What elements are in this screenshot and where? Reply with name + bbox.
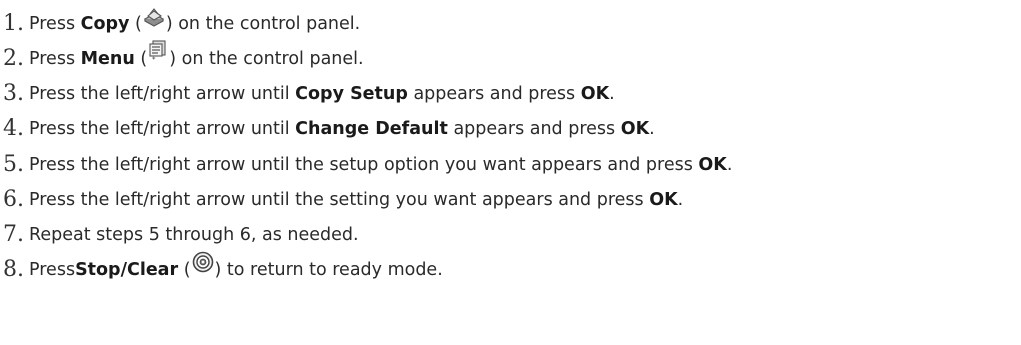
step-number: 8.	[3, 257, 24, 282]
copy-button-label: Copy	[80, 14, 130, 34]
step-number: 1.	[3, 11, 24, 36]
ok-label: OK	[580, 84, 610, 104]
step-text: Repeat steps 5 through 6, as needed.	[29, 225, 359, 245]
step-2: 2. Press Menu ( * ) on the control panel.	[0, 40, 364, 76]
step-text: Press Menu ( * ) on the control panel.	[29, 40, 364, 76]
step-text: Press the left/right arrow until the set…	[29, 155, 733, 175]
copy-icon	[143, 5, 165, 39]
svg-text:*: *	[152, 56, 156, 63]
step-number: 4.	[3, 116, 24, 141]
step-text: PressStop/Clear ( ) to return to ready m…	[29, 251, 443, 287]
step-text: Press the left/right arrow until the set…	[29, 190, 684, 210]
step-6: 6. Press the left/right arrow until the s…	[0, 183, 683, 217]
step-number: 2.	[3, 46, 24, 71]
step-text: Press the left/right arrow until Change …	[29, 119, 655, 139]
copy-setup-label: Copy Setup	[295, 84, 408, 104]
step-1: 1. Press Copy ( ) on the control panel.	[0, 7, 360, 41]
step-number: 3.	[3, 81, 24, 106]
step-number: 5.	[3, 152, 24, 177]
ok-label: OK	[620, 119, 650, 139]
stop-clear-label: Stop/Clear	[75, 260, 179, 280]
change-default-label: Change Default	[295, 119, 448, 139]
step-8: 8. PressStop/Clear ( ) to return to ready…	[0, 251, 443, 287]
step-number: 7.	[3, 222, 24, 247]
step-3: 3. Press the left/right arrow until Copy …	[0, 77, 615, 111]
step-4: 4. Press the left/right arrow until Chang…	[0, 112, 655, 146]
menu-button-label: Menu	[80, 49, 135, 69]
step-5: 5. Press the left/right arrow until the s…	[0, 148, 732, 182]
step-number: 6.	[3, 187, 24, 212]
step-text: Press the left/right arrow until Copy Se…	[29, 84, 615, 104]
ok-label: OK	[649, 190, 678, 210]
menu-icon: *	[148, 40, 168, 74]
step-7: 7. Repeat steps 5 through 6, as needed.	[0, 218, 359, 252]
step-text: Press Copy ( ) on the control panel.	[29, 7, 360, 41]
ok-label: OK	[698, 155, 727, 175]
stop-clear-icon	[192, 251, 214, 285]
